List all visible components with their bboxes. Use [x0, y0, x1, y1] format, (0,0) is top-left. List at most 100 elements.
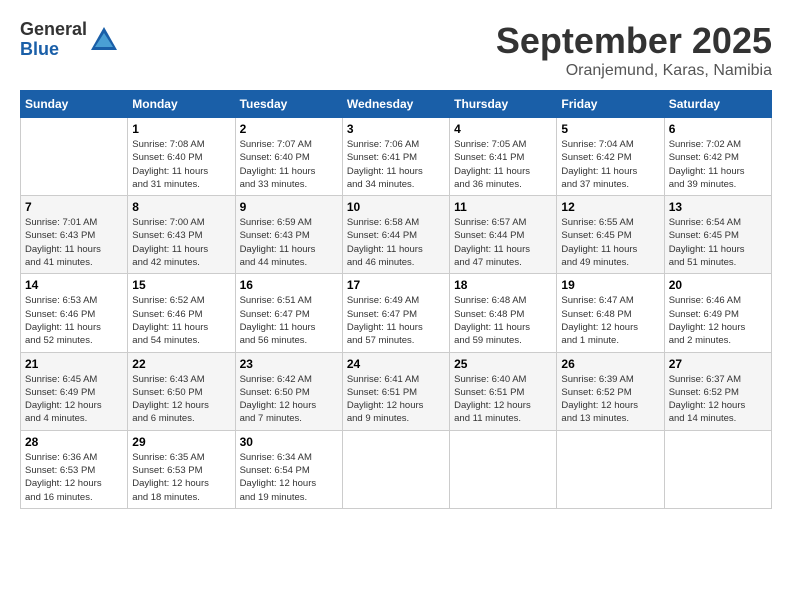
week-row-2: 7 Sunrise: 7:01 AM Sunset: 6:43 PM Daylig… [21, 196, 772, 274]
day-header-saturday: Saturday [664, 91, 771, 118]
day-number: 23 [240, 357, 338, 371]
logo-blue: Blue [20, 40, 87, 60]
day-number: 10 [347, 200, 445, 214]
calendar-cell [450, 430, 557, 508]
logo-icon [89, 25, 119, 55]
day-number: 24 [347, 357, 445, 371]
day-number: 26 [561, 357, 659, 371]
day-header-thursday: Thursday [450, 91, 557, 118]
month-title: September 2025 [496, 20, 772, 62]
day-number: 7 [25, 200, 123, 214]
calendar-cell: 14 Sunrise: 6:53 AM Sunset: 6:46 PM Dayli… [21, 274, 128, 352]
calendar-cell: 10 Sunrise: 6:58 AM Sunset: 6:44 PM Dayli… [342, 196, 449, 274]
week-row-5: 28 Sunrise: 6:36 AM Sunset: 6:53 PM Dayli… [21, 430, 772, 508]
day-header-sunday: Sunday [21, 91, 128, 118]
day-info: Sunrise: 6:53 AM Sunset: 6:46 PM Dayligh… [25, 294, 123, 347]
day-number: 15 [132, 278, 230, 292]
calendar-cell: 15 Sunrise: 6:52 AM Sunset: 6:46 PM Dayli… [128, 274, 235, 352]
calendar-cell [21, 118, 128, 196]
calendar-cell: 20 Sunrise: 6:46 AM Sunset: 6:49 PM Dayli… [664, 274, 771, 352]
day-number: 11 [454, 200, 552, 214]
day-header-tuesday: Tuesday [235, 91, 342, 118]
day-info: Sunrise: 6:36 AM Sunset: 6:53 PM Dayligh… [25, 451, 123, 504]
calendar-cell [342, 430, 449, 508]
day-number: 14 [25, 278, 123, 292]
calendar-cell: 26 Sunrise: 6:39 AM Sunset: 6:52 PM Dayli… [557, 352, 664, 430]
calendar-cell: 16 Sunrise: 6:51 AM Sunset: 6:47 PM Dayli… [235, 274, 342, 352]
calendar-cell: 22 Sunrise: 6:43 AM Sunset: 6:50 PM Dayli… [128, 352, 235, 430]
calendar-cell: 7 Sunrise: 7:01 AM Sunset: 6:43 PM Daylig… [21, 196, 128, 274]
calendar-cell: 5 Sunrise: 7:04 AM Sunset: 6:42 PM Daylig… [557, 118, 664, 196]
calendar-cell: 27 Sunrise: 6:37 AM Sunset: 6:52 PM Dayli… [664, 352, 771, 430]
day-info: Sunrise: 7:06 AM Sunset: 6:41 PM Dayligh… [347, 138, 445, 191]
week-row-3: 14 Sunrise: 6:53 AM Sunset: 6:46 PM Dayli… [21, 274, 772, 352]
day-info: Sunrise: 6:52 AM Sunset: 6:46 PM Dayligh… [132, 294, 230, 347]
day-number: 22 [132, 357, 230, 371]
day-info: Sunrise: 6:35 AM Sunset: 6:53 PM Dayligh… [132, 451, 230, 504]
calendar-cell: 11 Sunrise: 6:57 AM Sunset: 6:44 PM Dayli… [450, 196, 557, 274]
day-info: Sunrise: 6:51 AM Sunset: 6:47 PM Dayligh… [240, 294, 338, 347]
day-number: 16 [240, 278, 338, 292]
week-row-1: 1 Sunrise: 7:08 AM Sunset: 6:40 PM Daylig… [21, 118, 772, 196]
calendar-cell: 24Sunrise: 6:41 AM Sunset: 6:51 PM Dayli… [342, 352, 449, 430]
day-info: Sunrise: 7:08 AM Sunset: 6:40 PM Dayligh… [132, 138, 230, 191]
day-info: Sunrise: 7:05 AM Sunset: 6:41 PM Dayligh… [454, 138, 552, 191]
calendar-cell: 12 Sunrise: 6:55 AM Sunset: 6:45 PM Dayli… [557, 196, 664, 274]
day-info: Sunrise: 6:47 AM Sunset: 6:48 PM Dayligh… [561, 294, 659, 347]
calendar-cell: 29 Sunrise: 6:35 AM Sunset: 6:53 PM Dayli… [128, 430, 235, 508]
calendar-cell: 25Sunrise: 6:40 AM Sunset: 6:51 PM Dayli… [450, 352, 557, 430]
day-number: 2 [240, 122, 338, 136]
day-info: Sunrise: 6:48 AM Sunset: 6:48 PM Dayligh… [454, 294, 552, 347]
calendar-cell: 2 Sunrise: 7:07 AM Sunset: 6:40 PM Daylig… [235, 118, 342, 196]
calendar-cell: 13 Sunrise: 6:54 AM Sunset: 6:45 PM Dayli… [664, 196, 771, 274]
day-info: Sunrise: 6:54 AM Sunset: 6:45 PM Dayligh… [669, 216, 767, 269]
day-info: Sunrise: 6:55 AM Sunset: 6:45 PM Dayligh… [561, 216, 659, 269]
calendar-cell: 23 Sunrise: 6:42 AM Sunset: 6:50 PM Dayli… [235, 352, 342, 430]
day-number: 3 [347, 122, 445, 136]
day-info: Sunrise: 7:04 AM Sunset: 6:42 PM Dayligh… [561, 138, 659, 191]
title-block: September 2025 Oranjemund, Karas, Namibi… [496, 20, 772, 80]
calendar-cell: 18 Sunrise: 6:48 AM Sunset: 6:48 PM Dayli… [450, 274, 557, 352]
day-info: Sunrise: 6:46 AM Sunset: 6:49 PM Dayligh… [669, 294, 767, 347]
day-info: Sunrise: 6:45 AM Sunset: 6:49 PM Dayligh… [25, 373, 123, 426]
calendar-cell [664, 430, 771, 508]
day-number: 28 [25, 435, 123, 449]
calendar-cell: 9Sunrise: 6:59 AM Sunset: 6:43 PM Daylig… [235, 196, 342, 274]
day-number: 21 [25, 357, 123, 371]
calendar-table: SundayMondayTuesdayWednesdayThursdayFrid… [20, 90, 772, 509]
day-info: Sunrise: 7:07 AM Sunset: 6:40 PM Dayligh… [240, 138, 338, 191]
day-info: Sunrise: 6:43 AM Sunset: 6:50 PM Dayligh… [132, 373, 230, 426]
calendar-cell: 28 Sunrise: 6:36 AM Sunset: 6:53 PM Dayli… [21, 430, 128, 508]
calendar-cell: 4Sunrise: 7:05 AM Sunset: 6:41 PM Daylig… [450, 118, 557, 196]
day-number: 13 [669, 200, 767, 214]
day-info: Sunrise: 6:58 AM Sunset: 6:44 PM Dayligh… [347, 216, 445, 269]
day-info: Sunrise: 6:42 AM Sunset: 6:50 PM Dayligh… [240, 373, 338, 426]
day-info: Sunrise: 6:59 AM Sunset: 6:43 PM Dayligh… [240, 216, 338, 269]
calendar-cell: 19 Sunrise: 6:47 AM Sunset: 6:48 PM Dayli… [557, 274, 664, 352]
day-header-wednesday: Wednesday [342, 91, 449, 118]
day-info: Sunrise: 6:39 AM Sunset: 6:52 PM Dayligh… [561, 373, 659, 426]
day-number: 20 [669, 278, 767, 292]
day-number: 8 [132, 200, 230, 214]
day-info: Sunrise: 6:37 AM Sunset: 6:52 PM Dayligh… [669, 373, 767, 426]
calendar-cell: 8 Sunrise: 7:00 AM Sunset: 6:43 PM Daylig… [128, 196, 235, 274]
day-info: Sunrise: 7:01 AM Sunset: 6:43 PM Dayligh… [25, 216, 123, 269]
day-info: Sunrise: 6:40 AM Sunset: 6:51 PM Dayligh… [454, 373, 552, 426]
calendar-cell: 21 Sunrise: 6:45 AM Sunset: 6:49 PM Dayli… [21, 352, 128, 430]
day-info: Sunrise: 6:49 AM Sunset: 6:47 PM Dayligh… [347, 294, 445, 347]
day-header-friday: Friday [557, 91, 664, 118]
day-number: 12 [561, 200, 659, 214]
logo-general: General [20, 20, 87, 40]
day-number: 1 [132, 122, 230, 136]
day-number: 29 [132, 435, 230, 449]
day-info: Sunrise: 7:00 AM Sunset: 6:43 PM Dayligh… [132, 216, 230, 269]
day-number: 19 [561, 278, 659, 292]
calendar-cell: 17Sunrise: 6:49 AM Sunset: 6:47 PM Dayli… [342, 274, 449, 352]
day-info: Sunrise: 7:02 AM Sunset: 6:42 PM Dayligh… [669, 138, 767, 191]
day-info: Sunrise: 6:57 AM Sunset: 6:44 PM Dayligh… [454, 216, 552, 269]
day-number: 27 [669, 357, 767, 371]
location: Oranjemund, Karas, Namibia [496, 62, 772, 80]
day-number: 18 [454, 278, 552, 292]
week-row-4: 21 Sunrise: 6:45 AM Sunset: 6:49 PM Dayli… [21, 352, 772, 430]
day-number: 5 [561, 122, 659, 136]
